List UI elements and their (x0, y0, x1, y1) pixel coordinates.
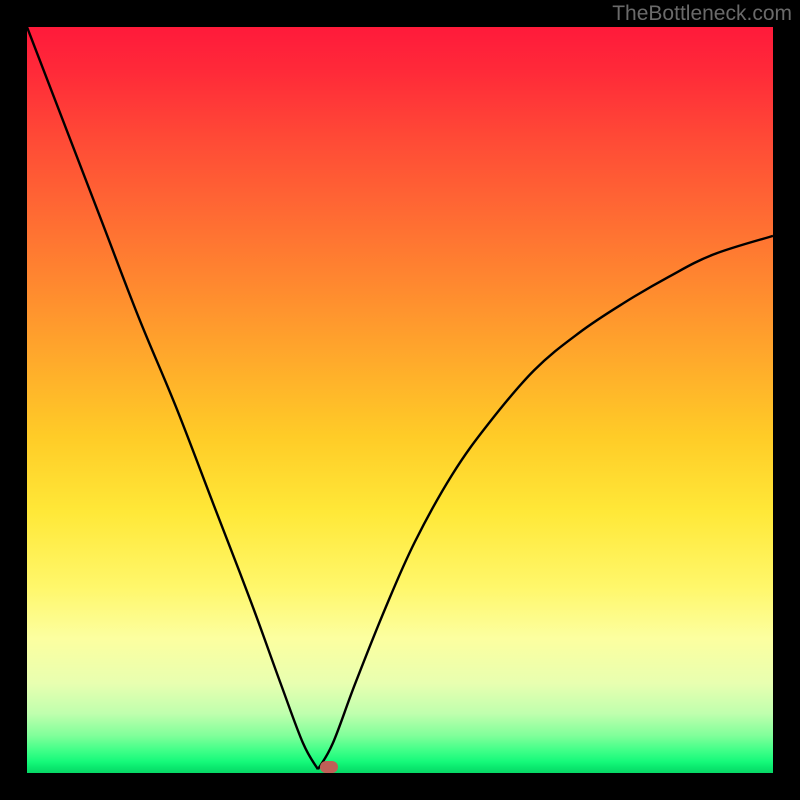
optimum-marker (320, 761, 338, 773)
curve-right-branch (318, 236, 773, 769)
bottleneck-curve (27, 27, 773, 773)
attribution-text: TheBottleneck.com (612, 2, 792, 26)
curve-left-branch (27, 27, 318, 769)
chart-plot-area (27, 27, 773, 773)
